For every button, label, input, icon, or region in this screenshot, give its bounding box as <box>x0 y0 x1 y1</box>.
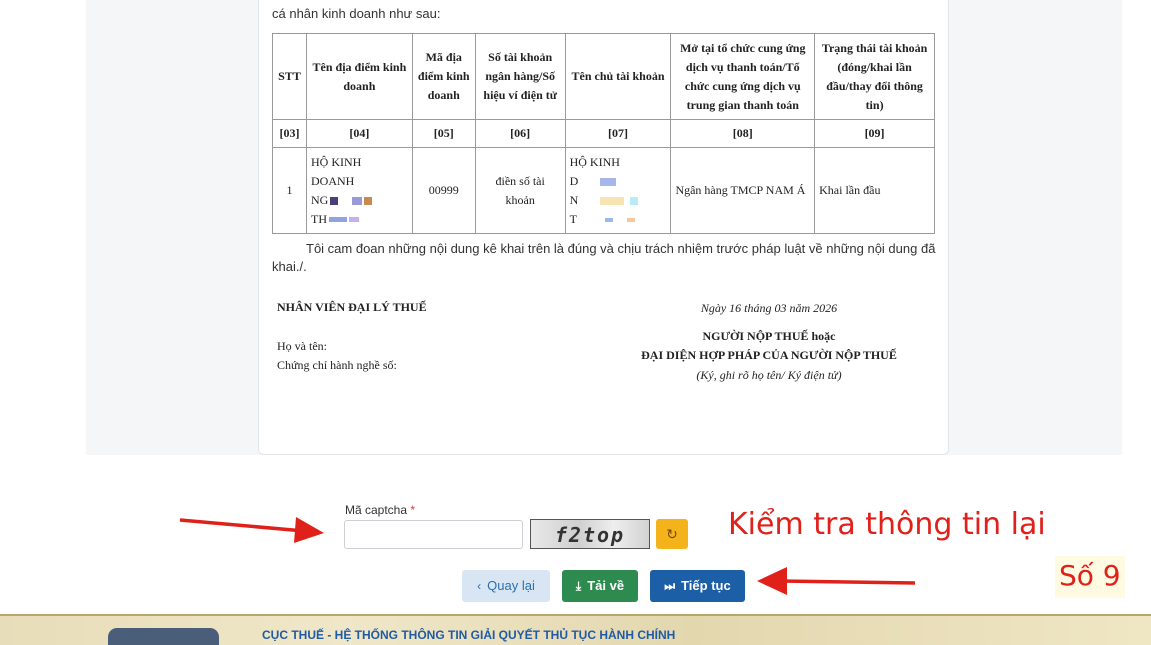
table-code-row: [03] [04] [05] [06] [07] [08] [09] <box>272 119 935 148</box>
name-line-redacted: NG <box>311 191 408 210</box>
col-header-status: Trạng thái tài khoản (đóng/khai lần đầu/… <box>814 33 935 120</box>
row-account-owner: HỘ KINH D N T <box>564 147 672 234</box>
owner-line-redacted: N <box>570 191 667 210</box>
code-cell: [03] <box>272 119 307 148</box>
name-line: DOANH <box>310 173 355 188</box>
annotation-arrow-next <box>757 567 916 595</box>
annotation-check-info: Kiểm tra thông tin lại <box>728 507 1046 542</box>
arrow-shaft <box>179 518 305 533</box>
back-button[interactable]: ‹ Quay lại <box>462 570 550 602</box>
taxpayer-representative: ĐẠI DIỆN HỢP PHÁP CỦA NGƯỜI NỘP THUẾ <box>641 348 897 362</box>
tax-agent-cert-label: Chứng chỉ hành nghề số: <box>277 358 397 372</box>
captcha-refresh-button[interactable]: ↻ <box>656 519 688 549</box>
arrow-head <box>757 567 787 595</box>
annotation-arrow-captcha <box>179 517 324 543</box>
bank-account-table: STT Tên địa điểm kinh doanh Mã địa điểm … <box>272 33 935 234</box>
arrow-shaft <box>780 579 916 585</box>
name-line-redacted: TH <box>311 210 408 229</box>
captcha-image: f2top <box>530 519 650 549</box>
download-icon: ⤓ <box>575 579 582 593</box>
required-mark: * <box>410 503 416 517</box>
page: cá nhân kinh doanh như sau: STT Tên địa … <box>0 0 1151 645</box>
tax-agent-title: NHÂN VIÊN ĐẠI LÝ THUẾ <box>277 300 427 314</box>
table-row: 1 HỘ KINH DOANH NG TH 00999 điền số tài … <box>272 147 935 234</box>
annotation-step-number: Số 9 <box>1055 556 1125 598</box>
col-header-location-name: Tên địa điểm kinh doanh <box>305 33 413 120</box>
row-stt: 1 <box>272 147 307 234</box>
intro-text: cá nhân kinh doanh như sau: <box>272 6 441 21</box>
row-account-number: điền số tài khoản <box>474 147 566 234</box>
footer-building-logo <box>108 628 219 645</box>
code-cell: [05] <box>411 119 476 148</box>
sign-instruction: (Ký, ghi rõ họ tên/ Ký điện tử) <box>696 368 842 382</box>
arrow-head <box>294 517 324 543</box>
owner-line-redacted: D <box>570 172 667 191</box>
owner-line: HỘ KINH <box>569 154 620 169</box>
col-header-location-code: Mã địa điểm kinh doanh <box>411 33 476 120</box>
skip-forward-icon: ⏭ <box>664 579 676 593</box>
code-cell: [09] <box>814 119 935 148</box>
code-cell: [04] <box>305 119 413 148</box>
col-header-account-owner: Tên chủ tài khoản <box>564 33 672 120</box>
row-bank: Ngân hàng TMCP NAM Á <box>670 147 816 234</box>
code-cell: [08] <box>670 119 816 148</box>
download-button[interactable]: ⤓ Tải về <box>562 570 638 602</box>
row-location-code: 00999 <box>411 147 476 234</box>
signing-date: Ngày 16 tháng 03 năm 2026 <box>700 301 838 315</box>
name-line: HỘ KINH <box>310 154 362 169</box>
col-header-account-number: Số tài khoản ngân hàng/Số hiệu ví điện t… <box>474 33 566 120</box>
row-status: Khai lần đầu <box>814 147 935 234</box>
owner-line-redacted: T <box>570 210 667 229</box>
footer-title: CỤC THUẾ - HỆ THỐNG THÔNG TIN GIẢI QUYẾT… <box>262 628 676 642</box>
row-location-name: HỘ KINH DOANH NG TH <box>305 147 413 234</box>
table-header-row: STT Tên địa điểm kinh doanh Mã địa điểm … <box>272 33 935 120</box>
col-header-bank: Mở tại tổ chức cung ứng dịch vụ thanh to… <box>670 33 816 120</box>
chevron-left-icon: ‹ <box>477 579 482 593</box>
captcha-label: Mã captcha * <box>345 503 416 517</box>
tax-agent-name-label: Họ và tên: <box>277 339 327 353</box>
col-header-stt: STT <box>272 33 307 120</box>
captcha-input[interactable] <box>344 520 523 549</box>
code-cell: [07] <box>564 119 672 148</box>
code-cell: [06] <box>474 119 566 148</box>
commitment-text: Tôi cam đoan những nội dung kê khai trên… <box>272 241 936 274</box>
refresh-icon: ↻ <box>666 526 678 542</box>
next-button[interactable]: ⏭ Tiếp tục <box>650 570 745 602</box>
taxpayer-title: NGƯỜI NỘP THUẾ hoặc <box>702 329 836 343</box>
